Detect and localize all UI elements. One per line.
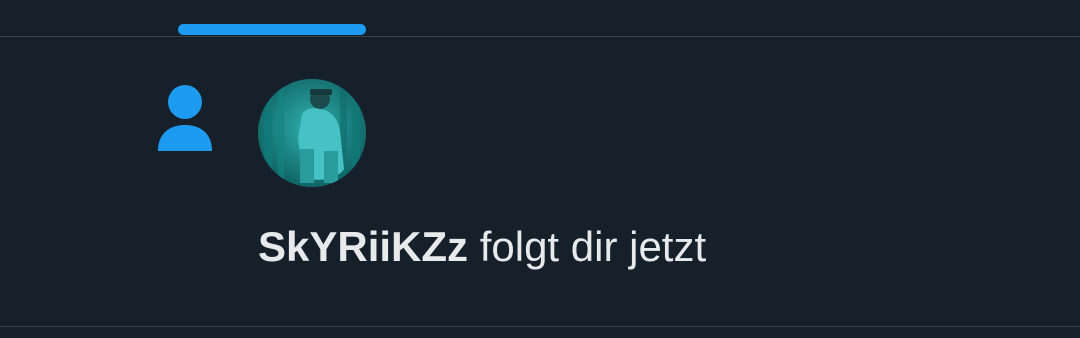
active-tab-indicator (178, 24, 366, 35)
user-avatar[interactable] (258, 79, 366, 187)
notification-action: folgt dir jetzt (479, 223, 707, 270)
avatar-image (258, 79, 366, 187)
notification-text: SkYRiiKZz folgt dir jetzt (258, 221, 706, 273)
notification-divider (0, 326, 1080, 327)
notification-username[interactable]: SkYRiiKZz (258, 223, 468, 270)
follow-notification[interactable]: SkYRiiKZz folgt dir jetzt (0, 37, 1080, 326)
person-icon (158, 85, 212, 151)
